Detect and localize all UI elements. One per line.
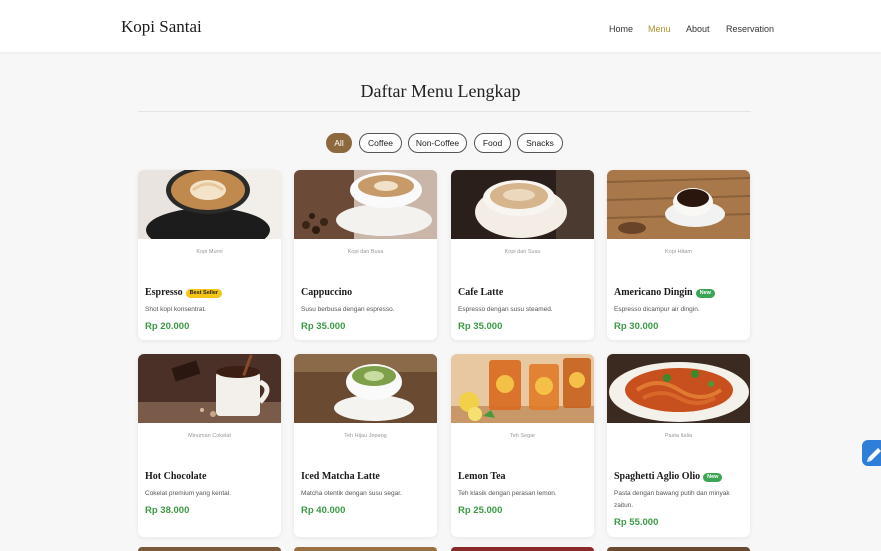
brand-logo[interactable]: Kopi Santai <box>121 17 202 37</box>
item-name: Spaghetti Aglio Olio New <box>614 471 723 482</box>
menu-card-spaghetti-aglio-olio[interactable]: Pasta Italia Spaghetti Aglio Olio New Pas… <box>607 354 750 537</box>
pencil-icon <box>867 448 881 462</box>
new-badge: New <box>703 473 723 482</box>
matcha-image <box>294 354 437 423</box>
item-caption: Teh Hijau Jepang <box>344 433 387 439</box>
item-price: Rp 20.000 <box>145 321 190 332</box>
spaghetti-image <box>607 354 750 423</box>
next-card-peek <box>294 547 437 551</box>
menu-card-cappuccino[interactable]: Kopi dan Busa Cappuccino Susu berbusa de… <box>294 170 437 340</box>
title-divider <box>138 111 751 112</box>
item-description: Espresso dicampur air dingin. <box>614 306 700 313</box>
item-caption: Kopi Hitam <box>665 249 692 255</box>
item-caption: Kopi dan Busa <box>347 249 384 255</box>
nav-home[interactable]: Home <box>609 24 633 34</box>
item-description: Teh klasik dengan perasan lemon. <box>458 490 557 497</box>
cappuccino-image <box>294 170 437 239</box>
item-price: Rp 55.000 <box>614 517 659 528</box>
site-header: Kopi Santai Home Menu About Reservation <box>0 0 881 52</box>
menu-card-cafe-latte[interactable]: Kopi dan Susu Cafe Latte Espresso dengan… <box>451 170 594 340</box>
item-name: Hot Chocolate <box>145 471 207 482</box>
lemon-tea-image <box>451 354 594 423</box>
next-card-peek <box>607 547 750 551</box>
item-description: Shot kopi konsentrat. <box>145 306 207 313</box>
next-card-peek <box>138 547 281 551</box>
item-price: Rp 30.000 <box>614 321 659 332</box>
menu-card-lemon-tea[interactable]: Teh Segar Lemon Tea Teh klasik dengan pe… <box>451 354 594 537</box>
item-description: Espresso dengan susu steamed. <box>458 306 553 313</box>
item-description: Susu berbusa dengan espresso. <box>301 306 395 313</box>
item-name: Cafe Latte <box>458 287 504 298</box>
filter-all[interactable]: All <box>326 133 352 153</box>
page-title: Daftar Menu Lengkap <box>360 81 521 101</box>
next-card-peek <box>451 547 594 551</box>
americano-image <box>607 170 750 239</box>
new-badge: New <box>695 289 715 298</box>
item-caption: Kopi Murni <box>196 249 223 255</box>
espresso-image <box>138 170 281 239</box>
best-seller-badge: Best Seller <box>185 289 223 298</box>
item-caption: Kopi dan Susu <box>504 249 541 255</box>
item-caption: Pasta Italia <box>664 433 693 439</box>
filter-non-coffee[interactable]: Non-Coffee <box>408 133 467 153</box>
item-name: Lemon Tea <box>458 471 506 482</box>
menu-card-americano-dingin[interactable]: Kopi Hitam Americano Dingin New Espresso … <box>607 170 750 340</box>
item-name: Espresso Best Seller <box>145 287 223 298</box>
filter-food[interactable]: Food <box>474 133 511 153</box>
item-price: Rp 35.000 <box>458 321 503 332</box>
item-description: Cokelat premium yang kental. <box>145 490 231 497</box>
nav-reservation[interactable]: Reservation <box>726 24 774 34</box>
item-description: Matcha otentik dengan susu segar. <box>301 490 402 497</box>
floating-widget-button[interactable] <box>862 440 881 466</box>
filter-coffee[interactable]: Coffee <box>359 133 402 153</box>
filter-snacks[interactable]: Snacks <box>517 133 563 153</box>
item-caption: Teh Segar <box>509 433 536 439</box>
item-name: Cappuccino <box>301 287 353 298</box>
item-price: Rp 25.000 <box>458 505 503 516</box>
item-name: Americano Dingin New <box>614 287 715 298</box>
hot-chocolate-image <box>138 354 281 423</box>
nav-menu[interactable]: Menu <box>648 24 671 34</box>
item-description: Pasta dengan bawang putih dan minyak zai… <box>614 490 730 509</box>
menu-card-hot-chocolate[interactable]: Minuman Cokelat Hot Chocolate Cokelat pr… <box>138 354 281 537</box>
menu-card-espresso[interactable]: Kopi Murni Espresso Best Seller Shot kopi… <box>138 170 281 340</box>
menu-card-iced-matcha-latte[interactable]: Teh Hijau Jepang Iced Matcha Latte Match… <box>294 354 437 537</box>
nav-about[interactable]: About <box>686 24 710 34</box>
item-name: Iced Matcha Latte <box>301 471 380 482</box>
item-caption: Minuman Cokelat <box>188 433 231 439</box>
cafe-latte-image <box>451 170 594 239</box>
item-price: Rp 38.000 <box>145 505 190 516</box>
item-price: Rp 40.000 <box>301 505 346 516</box>
item-price: Rp 35.000 <box>301 321 346 332</box>
